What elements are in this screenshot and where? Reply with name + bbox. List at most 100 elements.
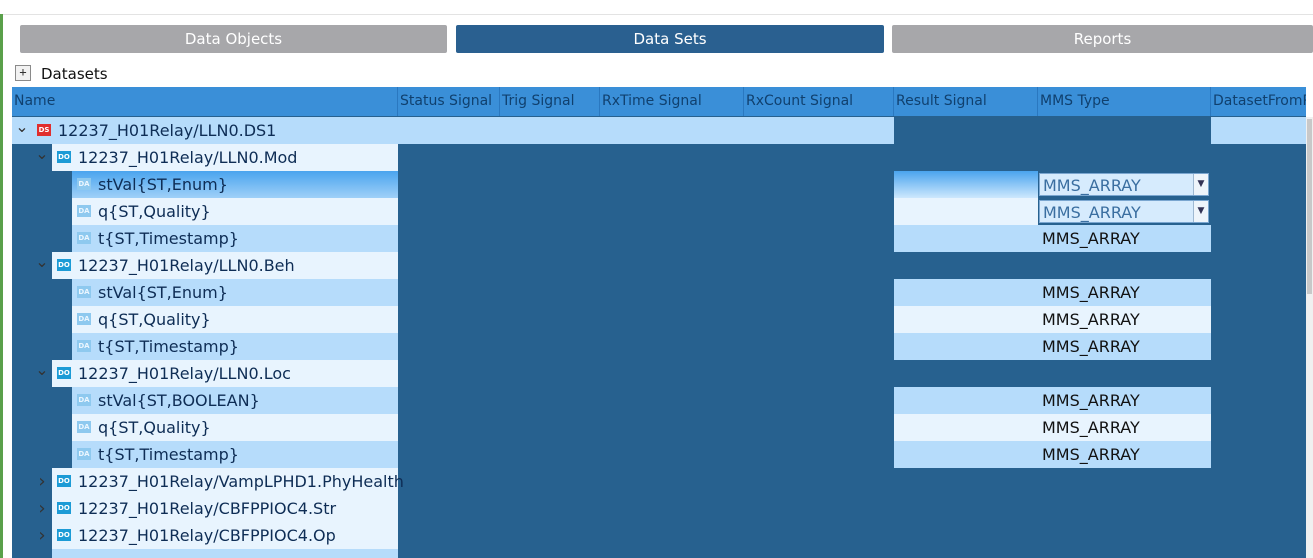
- do-badge-icon: DO: [57, 151, 71, 163]
- column-header-name[interactable]: Name: [12, 87, 398, 116]
- column-header-rxtime-signal[interactable]: RxTime Signal: [600, 87, 744, 116]
- chevron-down-icon[interactable]: ⌄: [35, 360, 49, 387]
- chevron-down-icon[interactable]: ▼: [1193, 201, 1208, 222]
- result-signal-cell[interactable]: [894, 225, 1038, 252]
- vertical-scrollbar[interactable]: [1306, 117, 1313, 558]
- tab-reports[interactable]: Reports: [892, 25, 1313, 53]
- chevron-down-icon[interactable]: ⌄: [35, 144, 49, 171]
- row-label: q{ST,Quality}: [98, 310, 211, 329]
- tab-data-objects[interactable]: Data Objects: [20, 25, 447, 53]
- row-label: 12237_H01Relay/VampLPHD1.PhyHealth: [78, 472, 404, 491]
- data-attribute-row[interactable]: DA stVal{ST,BOOLEAN} MMS_ARRAY: [12, 387, 1306, 414]
- data-object-row-partial[interactable]: [52, 549, 398, 558]
- mms-type-cell[interactable]: MMS_ARRAY: [1038, 306, 1211, 333]
- column-header-status-signal[interactable]: Status Signal: [398, 87, 500, 116]
- row-label: stVal{ST,BOOLEAN}: [98, 391, 260, 410]
- datasetfrom-cell[interactable]: [1211, 117, 1306, 144]
- chevron-down-icon[interactable]: ⌄: [35, 252, 49, 279]
- row-label: 12237_H01Relay/LLN0.Loc: [78, 364, 291, 383]
- result-signal-cell[interactable]: [894, 171, 1038, 198]
- data-attribute-row[interactable]: DA stVal{ST,Enum} MMS_ARRAY: [12, 279, 1306, 306]
- row-label: stVal{ST,Enum}: [98, 175, 228, 194]
- column-header-mms-type[interactable]: MMS Type: [1038, 87, 1211, 116]
- data-object-row[interactable]: › DO 12237_H01Relay/CBFPPIOC4.Op: [12, 522, 1306, 549]
- mms-type-cell[interactable]: MMS_ARRAY: [1038, 441, 1211, 468]
- da-badge-icon: DA: [77, 232, 91, 244]
- da-badge-icon: DA: [77, 286, 91, 298]
- window-top-strip: [0, 0, 1313, 15]
- window-left-accent: [0, 14, 3, 558]
- column-header-datasetfrom[interactable]: DatasetFromR: [1211, 87, 1306, 116]
- da-badge-icon: DA: [77, 448, 91, 460]
- row-label: stVal{ST,Enum}: [98, 283, 228, 302]
- row-label: q{ST,Quality}: [98, 418, 211, 437]
- chevron-down-icon[interactable]: ⌄: [15, 117, 29, 144]
- mms-type-cell[interactable]: MMS_ARRAY: [1038, 414, 1211, 441]
- column-header-rxcount-signal[interactable]: RxCount Signal: [744, 87, 894, 116]
- result-signal-cell[interactable]: [894, 387, 1038, 414]
- data-attribute-row[interactable]: DA t{ST,Timestamp} MMS_ARRAY: [12, 333, 1306, 360]
- do-badge-icon: DO: [57, 259, 71, 271]
- row-label: q{ST,Quality}: [98, 202, 211, 221]
- mms-type-value: MMS_ARRAY: [1043, 176, 1141, 195]
- data-object-row[interactable]: ⌄ DO 12237_H01Relay/LLN0.Loc: [12, 360, 1306, 387]
- row-label: t{ST,Timestamp}: [98, 337, 239, 356]
- row-label: t{ST,Timestamp}: [98, 229, 239, 248]
- chevron-right-icon[interactable]: ›: [35, 495, 49, 522]
- do-badge-icon: DO: [57, 367, 71, 379]
- data-object-row[interactable]: › DO 12237_H01Relay/VampLPHD1.PhyHealth: [12, 468, 1306, 495]
- chevron-right-icon[interactable]: ›: [35, 468, 49, 495]
- row-label: 12237_H01Relay/CBFPPIOC4.Str: [78, 499, 337, 518]
- data-attribute-row[interactable]: DA t{ST,Timestamp} MMS_ARRAY: [12, 225, 1306, 252]
- scrollbar-thumb[interactable]: [1307, 119, 1312, 294]
- row-label: 12237_H01Relay/LLN0.Beh: [78, 256, 295, 275]
- data-attribute-row[interactable]: DA q{ST,Quality} MMS_ARRAY: [12, 414, 1306, 441]
- tab-data-sets[interactable]: Data Sets: [456, 25, 884, 53]
- column-header-result-signal[interactable]: Result Signal: [894, 87, 1038, 116]
- data-attribute-row[interactable]: DA t{ST,Timestamp} MMS_ARRAY: [12, 441, 1306, 468]
- chevron-down-icon[interactable]: ▼: [1193, 174, 1208, 195]
- result-signal-cell[interactable]: [894, 441, 1038, 468]
- mms-type-value: MMS_ARRAY: [1043, 203, 1141, 222]
- chevron-right-icon[interactable]: ›: [35, 522, 49, 549]
- mms-type-cell[interactable]: MMS_ARRAY: [1038, 333, 1211, 360]
- do-badge-icon: DO: [57, 475, 71, 487]
- datasets-title: Datasets: [41, 65, 108, 83]
- result-signal-cell[interactable]: [894, 279, 1038, 306]
- da-badge-icon: DA: [77, 421, 91, 433]
- datasets-header: + Datasets: [12, 62, 1312, 86]
- da-badge-icon: DA: [77, 394, 91, 406]
- header-overflow-edge: [1306, 87, 1313, 117]
- da-badge-icon: DA: [77, 313, 91, 325]
- mms-type-cell[interactable]: MMS_ARRAY: [1038, 387, 1211, 414]
- data-attribute-row[interactable]: DA stVal{ST,Enum} MMS_ARRAY ▼: [12, 171, 1306, 198]
- data-object-row[interactable]: ⌄ DO 12237_H01Relay/LLN0.Mod: [12, 144, 1306, 171]
- ds-badge-icon: DS: [37, 124, 51, 136]
- do-badge-icon: DO: [57, 502, 71, 514]
- row-label: 12237_H01Relay/LLN0.DS1: [58, 121, 277, 140]
- mms-type-cell[interactable]: MMS_ARRAY: [1038, 279, 1211, 306]
- expand-icon[interactable]: +: [15, 65, 31, 81]
- row-label: 12237_H01Relay/CBFPPIOC4.Op: [78, 526, 336, 545]
- data-object-row[interactable]: › DO 12237_H01Relay/CBFPPIOC4.Str: [12, 495, 1306, 522]
- mms-type-dropdown[interactable]: MMS_ARRAY ▼: [1039, 173, 1209, 196]
- column-header-row: Name Status Signal Trig Signal RxTime Si…: [12, 87, 1306, 116]
- data-attribute-row[interactable]: DA q{ST,Quality} MMS_ARRAY ▼: [12, 198, 1306, 225]
- datasets-grid: Name Status Signal Trig Signal RxTime Si…: [12, 87, 1306, 558]
- da-badge-icon: DA: [77, 340, 91, 352]
- dataset-row[interactable]: ⌄ DS 12237_H01Relay/LLN0.DS1: [12, 117, 1306, 144]
- row-label: 12237_H01Relay/LLN0.Mod: [78, 148, 298, 167]
- mms-type-cell[interactable]: MMS_ARRAY: [1038, 225, 1211, 252]
- result-signal-cell[interactable]: [894, 306, 1038, 333]
- do-badge-icon: DO: [57, 529, 71, 541]
- data-attribute-row[interactable]: DA q{ST,Quality} MMS_ARRAY: [12, 306, 1306, 333]
- result-signal-cell[interactable]: [894, 414, 1038, 441]
- da-badge-icon: DA: [77, 205, 91, 217]
- column-header-trig-signal[interactable]: Trig Signal: [500, 87, 600, 116]
- data-object-row[interactable]: ⌄ DO 12237_H01Relay/LLN0.Beh: [12, 252, 1306, 279]
- mms-type-dropdown[interactable]: MMS_ARRAY ▼: [1039, 200, 1209, 223]
- result-signal-cell[interactable]: [894, 333, 1038, 360]
- result-signal-cell[interactable]: [894, 198, 1038, 225]
- row-label: t{ST,Timestamp}: [98, 445, 239, 464]
- da-badge-icon: DA: [77, 178, 91, 190]
